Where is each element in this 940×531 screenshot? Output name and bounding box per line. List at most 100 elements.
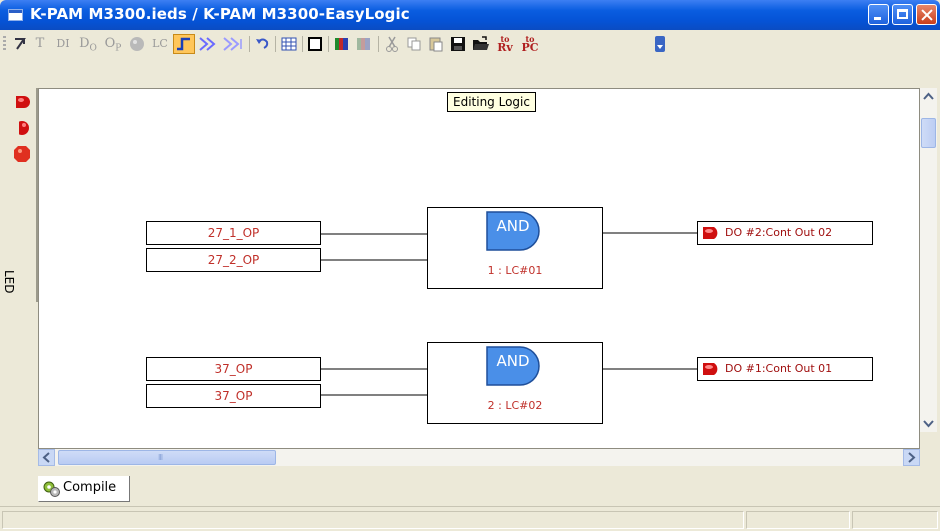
wire-tool-button[interactable] — [173, 34, 195, 54]
op-tool-sub: P — [115, 43, 122, 54]
maximize-button[interactable] — [892, 4, 913, 25]
horizontal-scroll-thumb[interactable] — [58, 450, 276, 465]
output-signal-label: DO #2:Cont Out 02 — [725, 226, 833, 239]
timer-tool-label: T — [35, 36, 45, 51]
gate-type-label: AND — [496, 352, 530, 370]
timer-tool-button[interactable]: T — [33, 35, 47, 53]
title-bar: K-PAM M3300.ieds / K-PAM M3300-EasyLogic — [0, 0, 940, 30]
copy-icon — [407, 37, 421, 51]
input-signal-box[interactable]: 37_OP — [146, 384, 321, 408]
copy-button[interactable] — [405, 35, 423, 53]
scroll-right-button[interactable] — [903, 449, 920, 466]
horizontal-scrollbar[interactable] — [38, 449, 920, 466]
square-icon — [308, 37, 322, 51]
open-folder-icon — [473, 36, 489, 50]
chevron-bar-icon — [223, 37, 242, 51]
forward-button[interactable] — [198, 35, 220, 53]
color-button[interactable] — [333, 35, 351, 53]
toolbar-grip[interactable] — [3, 36, 6, 52]
status-bar — [0, 506, 940, 531]
gears-icon — [43, 481, 60, 497]
maximize-icon — [893, 5, 912, 24]
select-arrow-icon — [15, 38, 26, 50]
status-pane-main — [2, 511, 744, 529]
scissors-icon — [386, 36, 398, 52]
paste-button[interactable] — [427, 35, 445, 53]
gate-id-label: 1 : LC#01 — [487, 264, 543, 277]
toolbar: T DI DO OP LC to Rv to PC — [0, 30, 940, 58]
do-tool-label: D — [79, 36, 90, 51]
red-led-icon — [16, 96, 30, 108]
led-half-button[interactable] — [12, 118, 32, 138]
logic-gate-block[interactable]: AND 1 : LC#01 — [427, 207, 603, 289]
color-palette-icon — [335, 38, 348, 50]
led-tool-button[interactable] — [128, 35, 146, 53]
grid-icon — [281, 37, 297, 51]
do-tool-button[interactable]: DO — [78, 35, 98, 54]
op-tool-label: O — [104, 36, 116, 51]
to-pc-bottom: PC — [521, 41, 539, 54]
tab-compile-label: Compile — [63, 480, 117, 495]
status-pane — [852, 511, 938, 529]
toolbar-separator — [275, 36, 276, 52]
red-octagon-icon — [14, 146, 30, 162]
gate-type-label: AND — [496, 217, 530, 235]
forward-end-button[interactable] — [222, 35, 244, 53]
logic-gate-block[interactable]: AND 2 : LC#02 — [427, 342, 603, 424]
scroll-down-button[interactable] — [920, 415, 937, 432]
chevron-left-icon — [42, 452, 50, 463]
grid-button[interactable] — [280, 35, 298, 53]
send-to-relay-button[interactable]: to Rv — [495, 35, 515, 53]
input-signal-box[interactable]: 37_OP — [146, 357, 321, 381]
output-signal-box[interactable]: DO #2:Cont Out 02 — [697, 221, 873, 245]
op-tool-button[interactable]: OP — [103, 35, 123, 54]
bottom-tab-bar: Compile — [0, 466, 940, 506]
floppy-disk-icon — [451, 37, 465, 51]
tab-compile[interactable]: Compile — [38, 476, 130, 502]
vertical-scrollbar[interactable] — [920, 88, 937, 432]
select-tool-button[interactable] — [12, 35, 28, 53]
toolbar-overflow-button[interactable] — [655, 36, 665, 52]
input-signal-box[interactable]: 27_2_OP — [146, 248, 321, 272]
to-relay-bottom: Rv — [497, 41, 513, 54]
di-tool-label: DI — [56, 37, 70, 50]
undo-icon — [256, 38, 269, 49]
color-alt-button[interactable] — [355, 35, 373, 53]
left-palette-panel: LED — [2, 88, 38, 302]
status-pane — [746, 511, 850, 529]
frame-button[interactable] — [306, 35, 324, 53]
scroll-left-button[interactable] — [38, 449, 55, 466]
save-button[interactable] — [449, 35, 467, 53]
output-signal-box[interactable]: DO #1:Cont Out 01 — [697, 357, 873, 381]
chevron-right-icon — [908, 452, 916, 463]
editing-tooltip: Editing Logic — [447, 92, 536, 112]
led-round-button[interactable] — [12, 144, 32, 164]
window-title: K-PAM M3300.ieds / K-PAM M3300-EasyLogic — [30, 5, 410, 23]
lc-tool-label: LC — [152, 37, 168, 50]
toolbar-separator — [328, 36, 329, 52]
minimize-button[interactable] — [868, 4, 889, 25]
color-palette-dim-icon — [357, 38, 370, 50]
output-signal-label: DO #1:Cont Out 01 — [725, 362, 833, 375]
close-button[interactable] — [916, 4, 937, 25]
chevron-up-icon — [923, 92, 934, 100]
chevron-down-icon — [923, 420, 934, 428]
open-button[interactable] — [471, 35, 491, 53]
lc-tool-button[interactable]: LC — [149, 35, 171, 53]
paste-icon — [429, 37, 443, 52]
di-tool-button[interactable]: DI — [52, 35, 74, 53]
toolbar-separator — [302, 36, 303, 52]
vertical-scroll-thumb[interactable] — [921, 118, 936, 148]
led-gray-icon — [130, 37, 144, 51]
toolbar-separator — [378, 36, 379, 52]
scroll-up-button[interactable] — [920, 88, 937, 105]
red-led-icon — [703, 227, 718, 239]
input-signal-box[interactable]: 27_1_OP — [146, 221, 321, 245]
led-palette-label: LED — [2, 270, 16, 294]
cut-button[interactable] — [383, 35, 401, 53]
app-icon — [8, 9, 23, 21]
send-to-pc-button[interactable]: to PC — [520, 35, 540, 53]
logic-canvas[interactable]: Editing Logic 27_1_OP 27_2_OP AND 1 : LC… — [38, 88, 920, 449]
led-red-button[interactable] — [12, 92, 32, 112]
undo-button[interactable] — [253, 35, 271, 53]
